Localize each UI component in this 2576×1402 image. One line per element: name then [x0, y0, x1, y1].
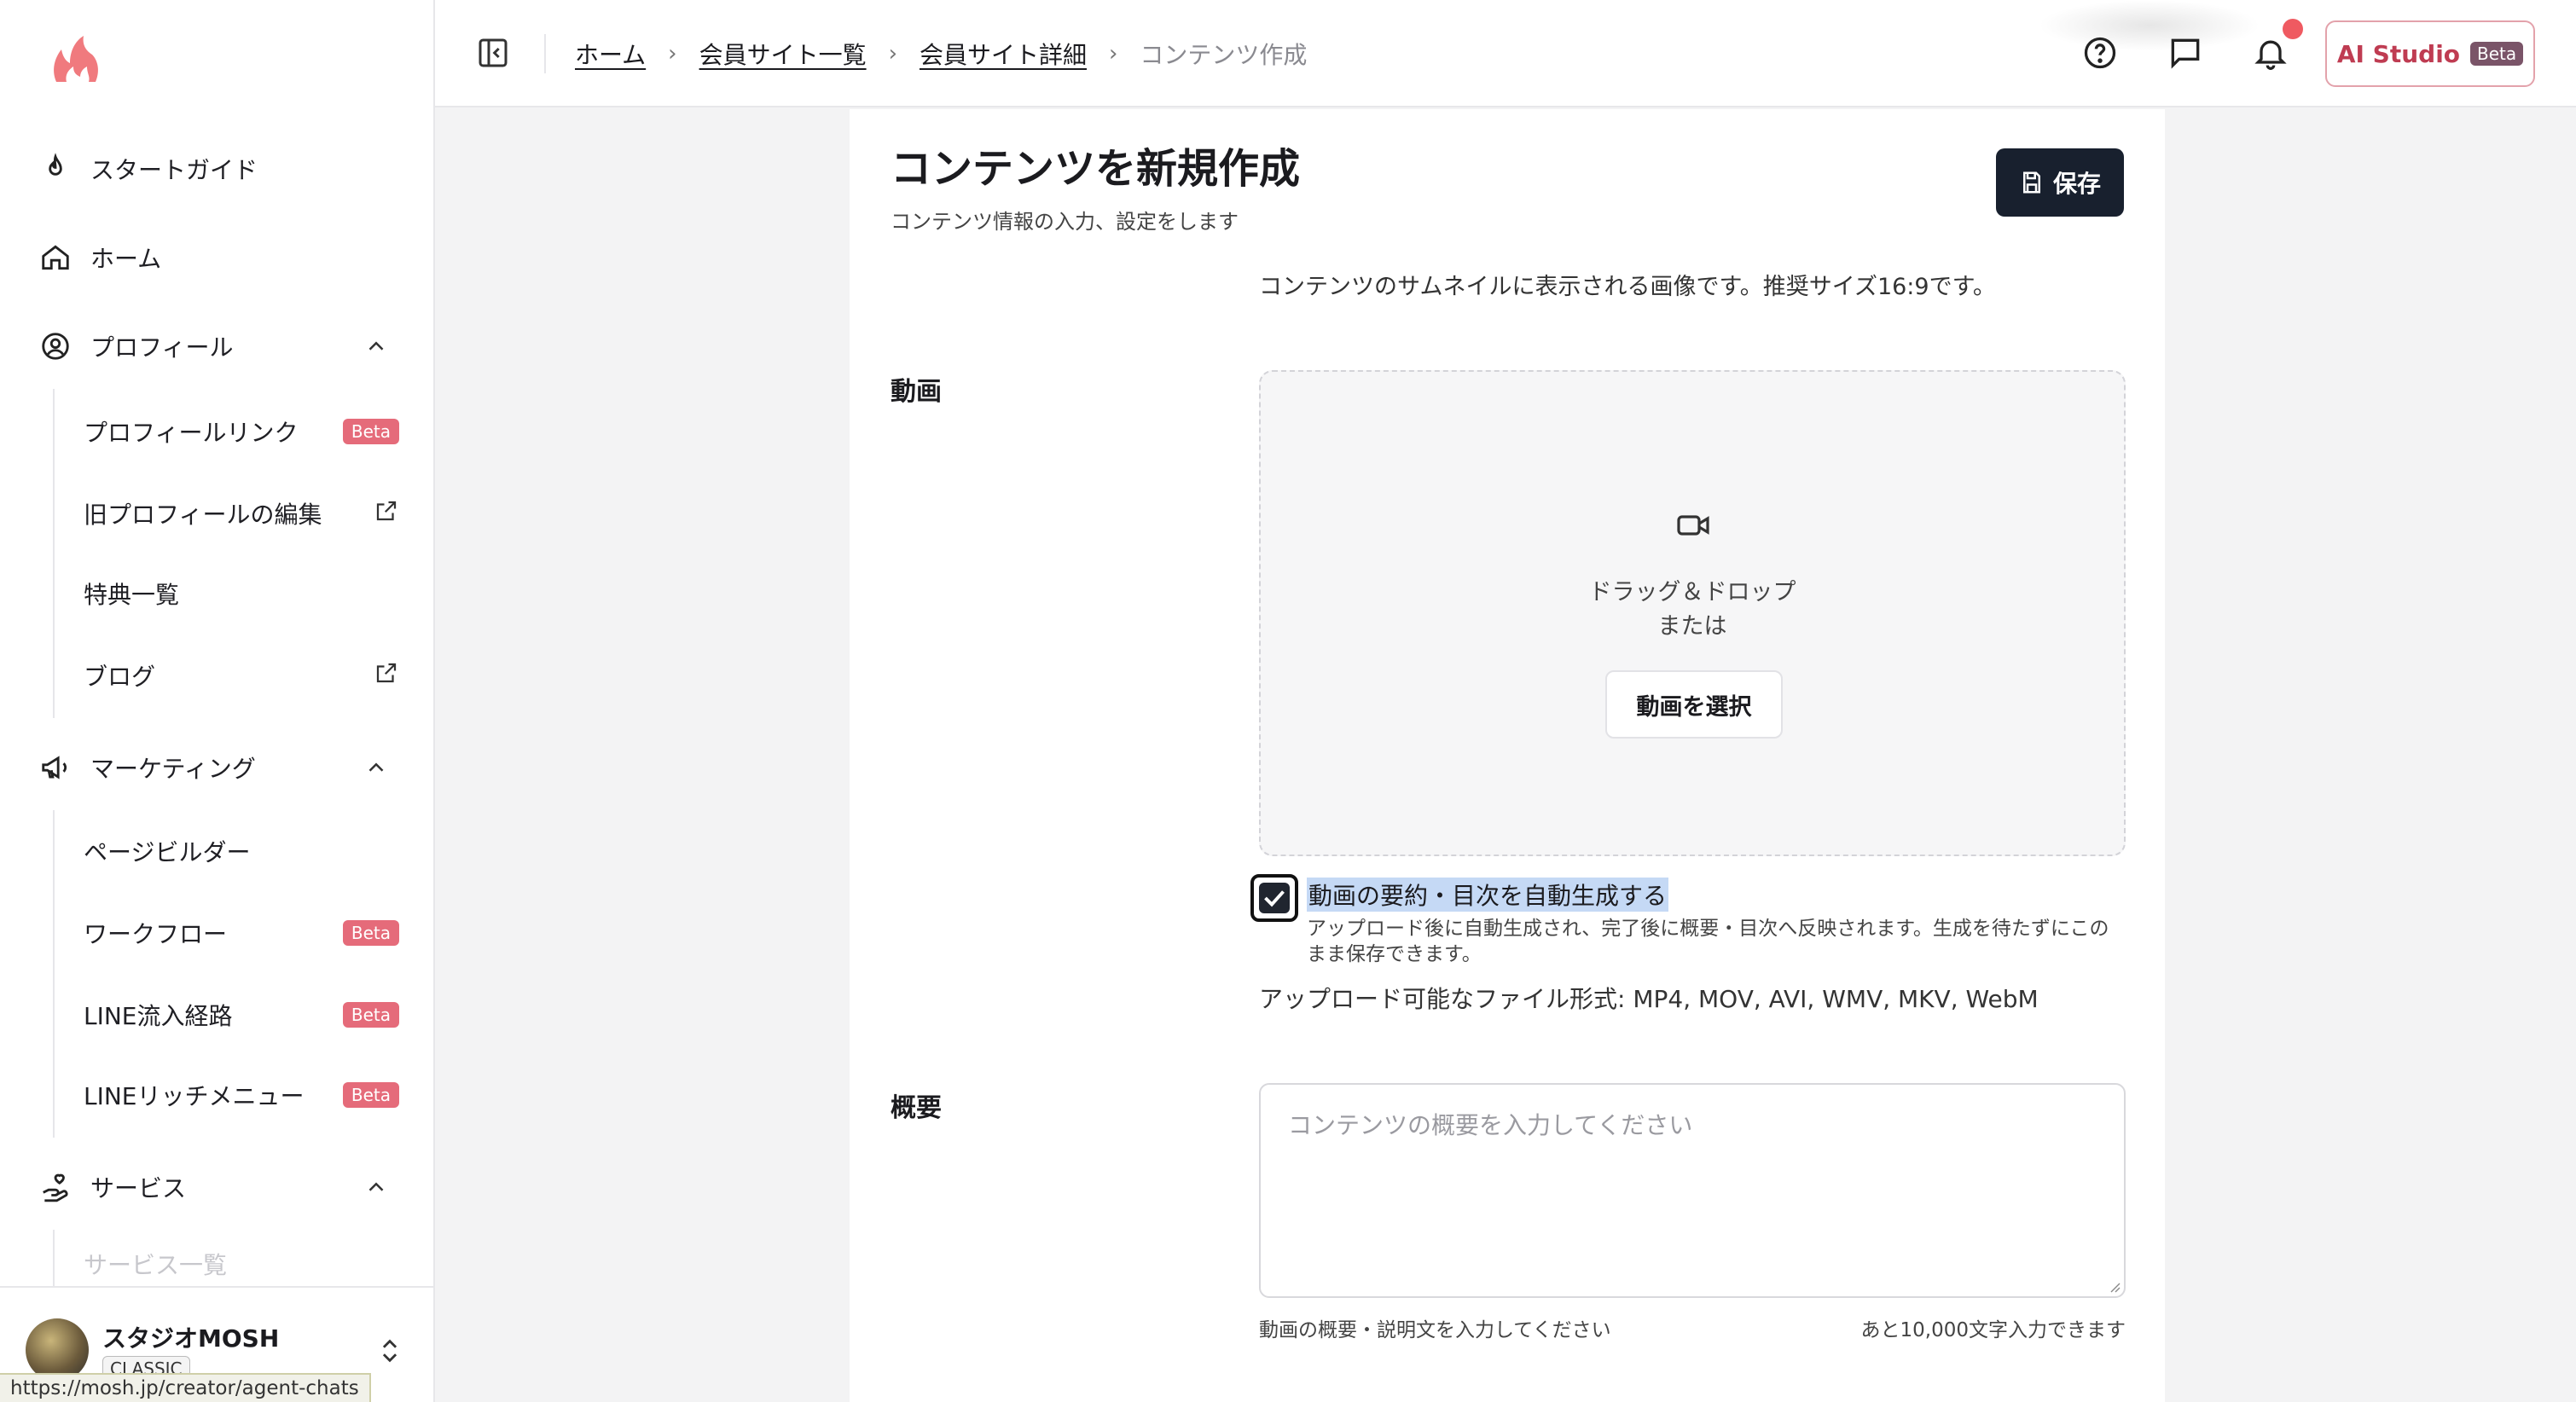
help-icon[interactable] — [2081, 34, 2119, 72]
nav-home[interactable]: ホーム — [39, 232, 161, 283]
sidebar: スタートガイド ホーム プロフィール プロフィールリンク Beta 旧プロフィー… — [0, 0, 435, 1402]
ai-studio-label: AI Studio — [2336, 39, 2461, 68]
sidebar-item-old-profile-edit[interactable]: 旧プロフィールの編集 — [84, 488, 399, 539]
sidebar-item-workflow[interactable]: ワークフロー Beta — [84, 907, 399, 959]
auto-generate-checkbox[interactable] — [1250, 874, 1298, 922]
sidebar-item-service-list[interactable]: サービス一覧 — [84, 1247, 399, 1286]
beta-badge: Beta — [342, 1002, 399, 1028]
drag-drop-text: ドラッグ＆ドロップ — [1588, 579, 1796, 605]
external-link-icon — [376, 501, 397, 520]
ai-studio-button[interactable]: AI Studio Beta — [2325, 20, 2535, 87]
sidebar-item-label: 旧プロフィールの編集 — [84, 501, 322, 529]
summary-placeholder: コンテンツの概要を入力してください — [1288, 1111, 1693, 1139]
divider — [544, 34, 546, 73]
file-formats-text: アップロード可能なファイル形式: MP4, MOV, AVI, WMV, MKV… — [1259, 985, 2039, 1013]
chevron-up-icon[interactable] — [363, 333, 389, 359]
breadcrumb-member-sites[interactable]: 会員サイト一覧 — [699, 37, 867, 71]
chevron-up-icon[interactable] — [363, 1174, 389, 1200]
video-camera-icon — [1677, 515, 1709, 536]
video-dropzone[interactable]: ドラッグ＆ドロップ または 動画を選択 — [1259, 370, 2126, 856]
beta-badge: Beta — [342, 419, 399, 444]
user-circle-icon — [42, 333, 69, 360]
nav-profile-label: プロフィール — [90, 333, 234, 362]
sidebar-item-label: LINE流入経路 — [84, 1002, 233, 1030]
service-subnav-line — [53, 1230, 55, 1286]
chevron-right-icon: › — [668, 41, 677, 67]
nav-home-label: ホーム — [90, 245, 162, 273]
external-link-icon — [376, 663, 397, 682]
nav-marketing-label: マーケティング — [90, 755, 256, 783]
auto-generate-help: アップロード後に自動生成され、完了後に概要・目次へ反映されます。生成を待たずにこ… — [1307, 918, 2109, 965]
sidebar-item-blog[interactable]: ブログ — [84, 650, 399, 701]
character-count: あと10,000文字入力できます — [1860, 1319, 2126, 1341]
page-subtitle: コンテンツ情報の入力、設定をします — [891, 210, 1239, 234]
sidebar-item-page-builder[interactable]: ページビルダー — [84, 826, 399, 877]
breadcrumb-current: コンテンツ作成 — [1140, 41, 1308, 69]
sidebar-item-benefits[interactable]: 特典一覧 — [84, 568, 399, 619]
beta-badge: Beta — [342, 1082, 399, 1108]
home-icon — [42, 245, 69, 270]
top-bar: ホーム › 会員サイト一覧 › 会員サイト詳細 › コンテンツ作成 AI Stu… — [435, 0, 2576, 107]
nav-service[interactable]: サービス — [39, 1162, 415, 1213]
select-video-button[interactable]: 動画を選択 — [1605, 670, 1783, 739]
auto-generate-label[interactable]: 動画の要約・目次を自動生成する — [1307, 878, 1669, 912]
chat-icon[interactable] — [2167, 34, 2204, 72]
sidebar-item-label: ブログ — [84, 663, 156, 691]
save-button[interactable]: 保存 — [1996, 148, 2124, 217]
nav-start-guide[interactable]: スタートガイド — [39, 143, 258, 194]
video-section-label: 動画 — [891, 377, 942, 407]
chevron-right-icon: › — [1109, 41, 1118, 67]
nav-service-label: サービス — [90, 1174, 187, 1202]
beta-badge: Beta — [342, 920, 399, 946]
sidebar-item-profile-link[interactable]: プロフィールリンク Beta — [84, 406, 399, 457]
avatar — [26, 1318, 89, 1382]
sidebar-item-label: LINEリッチメニュー — [84, 1082, 305, 1110]
page-title: コンテンツを新規作成 — [891, 145, 1301, 193]
sidebar-item-label: ページビルダー — [84, 838, 251, 866]
breadcrumb-home[interactable]: ホーム — [575, 37, 646, 71]
sidebar-item-label: 特典一覧 — [84, 581, 180, 609]
sidebar-item-label: ワークフロー — [84, 920, 228, 948]
hand-heart-icon — [43, 1173, 68, 1202]
sidebar-collapse-icon[interactable] — [476, 36, 510, 70]
content-form: コンテンツを新規作成 コンテンツ情報の入力、設定をします 保存 コンテンツのサム… — [850, 109, 2165, 1402]
background-blur — [2039, 0, 2260, 51]
summary-textarea[interactable]: コンテンツの概要を入力してください — [1259, 1083, 2126, 1298]
mosh-flame-logo-icon[interactable] — [48, 32, 104, 89]
save-icon — [2022, 171, 2040, 194]
nav-profile[interactable]: プロフィール — [39, 321, 415, 372]
breadcrumb-member-site-detail[interactable]: 会員サイト詳細 — [920, 37, 1087, 71]
resize-handle-icon[interactable] — [2107, 1279, 2121, 1293]
or-text: または — [1657, 613, 1727, 640]
megaphone-icon — [42, 756, 67, 779]
profile-subnav-line — [53, 389, 55, 718]
sidebar-item-line-inflow[interactable]: LINE流入経路 Beta — [84, 989, 399, 1040]
notification-dot — [2283, 19, 2303, 39]
flame-icon — [49, 153, 62, 176]
nav-marketing[interactable]: マーケティング — [39, 742, 415, 793]
beta-badge: Beta — [2470, 42, 2524, 66]
chevron-right-icon: › — [888, 41, 897, 67]
bell-icon[interactable] — [2252, 34, 2289, 72]
summary-help-text: 動画の概要・説明文を入力してください — [1259, 1319, 1611, 1341]
sidebar-item-label: サービス一覧 — [84, 1251, 228, 1279]
save-label: 保存 — [2052, 170, 2101, 198]
account-name: スタジオMOSH — [102, 1324, 280, 1353]
thumbnail-help-text: コンテンツのサムネイルに表示される画像です。推奨サイズ16:9です。 — [1259, 274, 1996, 300]
sidebar-item-label: プロフィールリンク — [84, 419, 299, 447]
breadcrumb: ホーム › 会員サイト一覧 › 会員サイト詳細 › コンテンツ作成 — [575, 34, 1307, 73]
status-bar-url: https://mosh.jp/creator/agent-chats — [0, 1373, 371, 1402]
sidebar-item-line-rich-menu[interactable]: LINEリッチメニュー Beta — [84, 1069, 399, 1121]
chevron-up-icon[interactable] — [363, 755, 389, 780]
nav-start-guide-label: スタートガイド — [90, 156, 258, 184]
chevron-up-down-icon[interactable] — [375, 1334, 404, 1368]
check-icon — [1264, 890, 1285, 907]
summary-section-label: 概要 — [891, 1093, 942, 1123]
checkbox-fill — [1259, 883, 1290, 913]
marketing-subnav-line — [53, 810, 55, 1138]
